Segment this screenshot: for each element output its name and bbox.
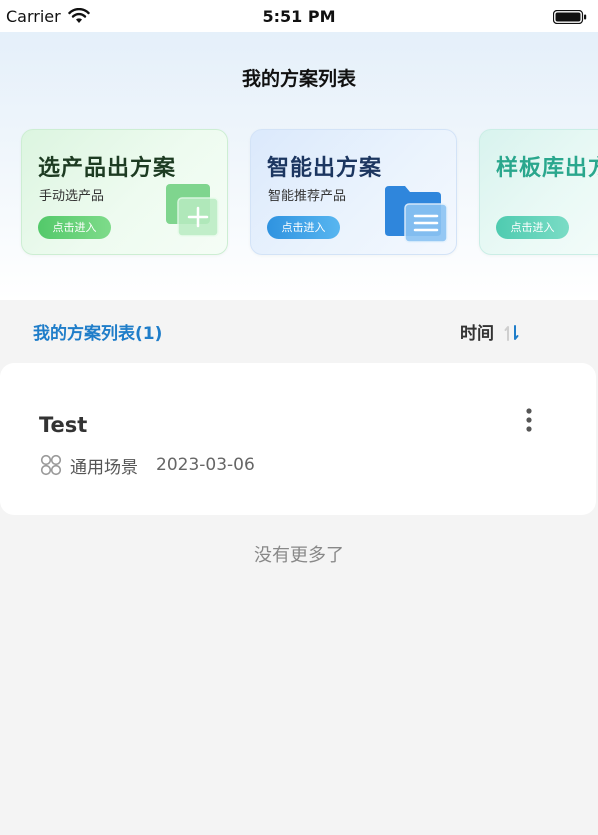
card-template-library[interactable]: 样板库出方案 点击进入: [479, 129, 598, 255]
grid-icon: [40, 454, 62, 476]
folder-icon: [385, 186, 448, 243]
card-smart-plan[interactable]: 智能出方案 智能推荐产品 点击进入: [250, 129, 457, 255]
sort-by-time-button[interactable]: 时间: [460, 319, 521, 344]
plan-list-item[interactable]: Test 通用场景 2023-03-06: [0, 363, 596, 515]
plan-date: 2023-03-06: [156, 455, 255, 475]
plan-name: Test: [39, 413, 88, 437]
more-vertical-icon[interactable]: [524, 407, 534, 437]
list-header: 我的方案列表(1) 时间: [0, 302, 598, 358]
battery-icon: [553, 10, 587, 24]
enter-button[interactable]: 点击进入: [267, 216, 340, 239]
card-subtitle: 手动选产品: [39, 189, 105, 204]
plan-meta: 通用场景 2023-03-06: [40, 454, 255, 478]
add-document-icon: [166, 184, 219, 237]
status-time: 5:51 PM: [262, 7, 336, 26]
no-more-text: 没有更多了: [254, 545, 344, 566]
status-bar: Carrier 5:51 PM: [0, 0, 598, 32]
card-subtitle: 智能推荐产品: [268, 189, 347, 204]
plan-scene: 通用场景: [70, 457, 138, 478]
page-title: 我的方案列表: [241, 68, 356, 90]
card-title: 样板库出方案: [496, 156, 598, 181]
list-title: 我的方案列表(1): [33, 324, 163, 344]
card-title: 选产品出方案: [38, 156, 177, 181]
enter-button[interactable]: 点击进入: [496, 216, 569, 239]
sort-icon: [504, 325, 519, 341]
sort-label: 时间: [460, 324, 494, 344]
card-select-product[interactable]: 选产品出方案 手动选产品 点击进入: [21, 129, 228, 255]
enter-button[interactable]: 点击进入: [38, 216, 111, 239]
card-title: 智能出方案: [267, 156, 383, 181]
